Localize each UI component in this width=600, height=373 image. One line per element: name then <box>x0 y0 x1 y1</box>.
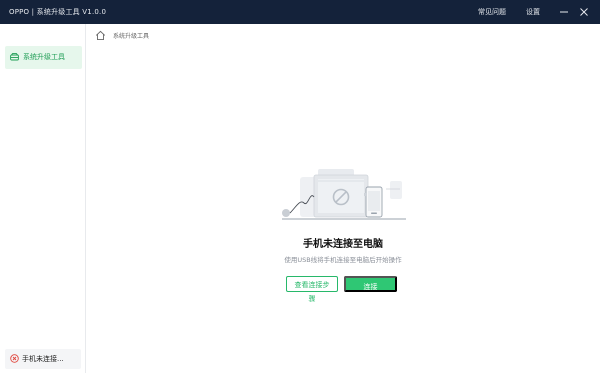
view-connection-steps-button[interactable]: 查看连接步骤 <box>286 276 338 303</box>
minus-icon <box>560 11 568 13</box>
help-link[interactable]: 常见问题 <box>478 7 506 17</box>
breadcrumb-current: 系统升级工具 <box>113 33 150 40</box>
app-title: OPPO | 系统升级工具 V1.0.0 <box>9 8 107 16</box>
minimize-button[interactable] <box>557 5 571 19</box>
phone-disconnected-illustration <box>282 169 406 220</box>
settings-link[interactable]: 设置 <box>526 7 540 17</box>
home-icon[interactable] <box>95 30 106 41</box>
close-button[interactable] <box>577 5 591 19</box>
error-circle-icon <box>10 354 19 363</box>
sidebar: 系统升级工具 手机未连接... <box>0 24 86 373</box>
close-icon <box>580 8 588 16</box>
main-content: 系统升级工具 手机未连接至电脑 使用USB线将手机连接至电脑后开始操作 查看连接… <box>86 24 600 373</box>
headline: 手机未连接至电脑 <box>303 239 383 250</box>
title-bar: OPPO | 系统升级工具 V1.0.0 常见问题 设置 <box>0 0 600 24</box>
connection-status-text: 手机未连接... <box>22 355 64 363</box>
connection-status[interactable]: 手机未连接... <box>5 349 81 369</box>
sidebar-item-label: 系统升级工具 <box>23 53 65 61</box>
connect-button[interactable]: 连接 <box>344 276 397 292</box>
sidebar-item-upgrade-tool[interactable]: 系统升级工具 <box>5 46 82 69</box>
disk-icon <box>10 53 19 61</box>
instruction-text: 使用USB线将手机连接至电脑后开始操作 <box>284 256 402 264</box>
